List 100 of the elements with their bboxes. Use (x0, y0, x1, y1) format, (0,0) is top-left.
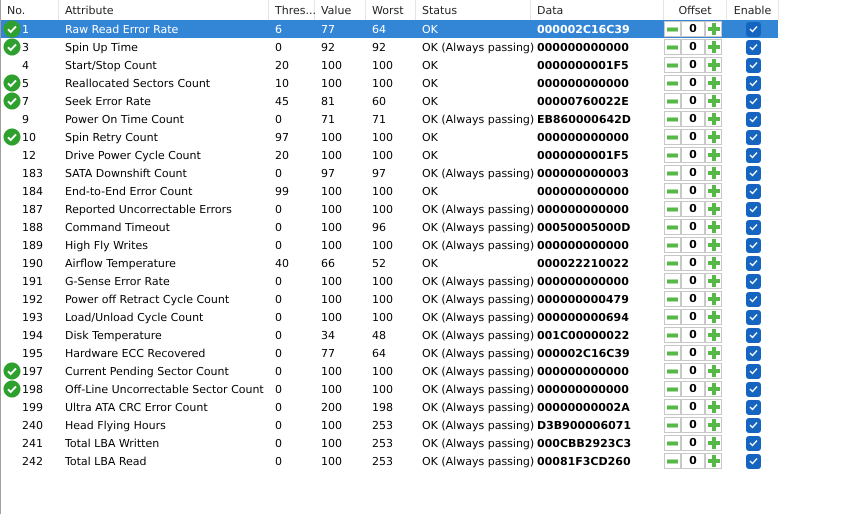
decrement-button[interactable] (664, 417, 681, 433)
increment-button[interactable] (705, 183, 722, 199)
enable-checkbox[interactable] (746, 310, 760, 324)
offset-field[interactable]: 0 (681, 201, 705, 217)
offset-field[interactable]: 0 (681, 327, 705, 343)
offset-field[interactable]: 0 (681, 381, 705, 397)
decrement-button[interactable] (664, 183, 681, 199)
enable-checkbox[interactable] (746, 58, 760, 72)
offset-field[interactable]: 0 (681, 255, 705, 271)
increment-button[interactable] (705, 345, 722, 361)
offset-field[interactable]: 0 (681, 21, 705, 37)
increment-button[interactable] (705, 57, 722, 73)
enable-checkbox[interactable] (746, 40, 760, 54)
decrement-button[interactable] (664, 309, 681, 325)
increment-button[interactable] (705, 453, 722, 469)
enable-checkbox[interactable] (746, 220, 760, 234)
decrement-button[interactable] (664, 111, 681, 127)
decrement-button[interactable] (664, 57, 681, 73)
offset-field[interactable]: 0 (681, 435, 705, 451)
enable-checkbox[interactable] (746, 22, 760, 36)
decrement-button[interactable] (664, 273, 681, 289)
enable-checkbox[interactable] (746, 256, 760, 270)
decrement-button[interactable] (664, 255, 681, 271)
enable-checkbox[interactable] (746, 418, 760, 432)
decrement-button[interactable] (664, 453, 681, 469)
increment-button[interactable] (705, 255, 722, 271)
offset-field[interactable]: 0 (681, 93, 705, 109)
offset-field[interactable]: 0 (681, 417, 705, 433)
enable-checkbox[interactable] (746, 274, 760, 288)
offset-field[interactable]: 0 (681, 399, 705, 415)
offset-field[interactable]: 0 (681, 453, 705, 469)
increment-button[interactable] (705, 39, 722, 55)
offset-field[interactable]: 0 (681, 363, 705, 379)
decrement-button[interactable] (664, 165, 681, 181)
enable-checkbox[interactable] (746, 238, 760, 252)
increment-button[interactable] (705, 435, 722, 451)
increment-button[interactable] (705, 201, 722, 217)
enable-checkbox[interactable] (746, 346, 760, 360)
enable-checkbox[interactable] (746, 382, 760, 396)
increment-button[interactable] (705, 291, 722, 307)
decrement-button[interactable] (664, 219, 681, 235)
enable-checkbox[interactable] (746, 436, 760, 450)
decrement-button[interactable] (664, 381, 681, 397)
offset-field[interactable]: 0 (681, 291, 705, 307)
decrement-button[interactable] (664, 363, 681, 379)
offset-field[interactable]: 0 (681, 147, 705, 163)
offset-field[interactable]: 0 (681, 237, 705, 253)
enable-checkbox[interactable] (746, 292, 760, 306)
enable-checkbox[interactable] (746, 166, 760, 180)
increment-button[interactable] (705, 381, 722, 397)
increment-button[interactable] (705, 273, 722, 289)
enable-checkbox[interactable] (746, 130, 760, 144)
enable-checkbox[interactable] (746, 400, 760, 414)
decrement-button[interactable] (664, 93, 681, 109)
increment-button[interactable] (705, 93, 722, 109)
decrement-button[interactable] (664, 201, 681, 217)
increment-button[interactable] (705, 111, 722, 127)
enable-checkbox[interactable] (746, 202, 760, 216)
offset-field[interactable]: 0 (681, 165, 705, 181)
decrement-button[interactable] (664, 75, 681, 91)
enable-checkbox[interactable] (746, 148, 760, 162)
increment-button[interactable] (705, 237, 722, 253)
offset-field[interactable]: 0 (681, 219, 705, 235)
offset-field[interactable]: 0 (681, 75, 705, 91)
increment-button[interactable] (705, 147, 722, 163)
decrement-button[interactable] (664, 345, 681, 361)
increment-button[interactable] (705, 219, 722, 235)
offset-field[interactable]: 0 (681, 183, 705, 199)
decrement-button[interactable] (664, 129, 681, 145)
enable-checkbox[interactable] (746, 94, 760, 108)
table-row[interactable]: 1 Raw Read Error Rate 6 77 64 OK 000002C16C39 0 (1, 20, 778, 38)
offset-field[interactable]: 0 (681, 345, 705, 361)
increment-button[interactable] (705, 75, 722, 91)
increment-button[interactable] (705, 309, 722, 325)
decrement-button[interactable] (664, 21, 681, 37)
offset-field[interactable]: 0 (681, 309, 705, 325)
decrement-button[interactable] (664, 327, 681, 343)
offset-field[interactable]: 0 (681, 273, 705, 289)
decrement-button[interactable] (664, 435, 681, 451)
increment-button[interactable] (705, 21, 722, 37)
increment-button[interactable] (705, 399, 722, 415)
increment-button[interactable] (705, 417, 722, 433)
offset-field[interactable]: 0 (681, 39, 705, 55)
increment-button[interactable] (705, 129, 722, 145)
offset-field[interactable]: 0 (681, 129, 705, 145)
enable-checkbox[interactable] (746, 76, 760, 90)
decrement-button[interactable] (664, 237, 681, 253)
decrement-button[interactable] (664, 399, 681, 415)
enable-checkbox[interactable] (746, 184, 760, 198)
increment-button[interactable] (705, 327, 722, 343)
decrement-button[interactable] (664, 39, 681, 55)
increment-button[interactable] (705, 165, 722, 181)
enable-checkbox[interactable] (746, 454, 760, 468)
offset-field[interactable]: 0 (681, 111, 705, 127)
enable-checkbox[interactable] (746, 364, 760, 378)
increment-button[interactable] (705, 363, 722, 379)
enable-checkbox[interactable] (746, 328, 760, 342)
offset-field[interactable]: 0 (681, 57, 705, 73)
decrement-button[interactable] (664, 147, 681, 163)
decrement-button[interactable] (664, 291, 681, 307)
